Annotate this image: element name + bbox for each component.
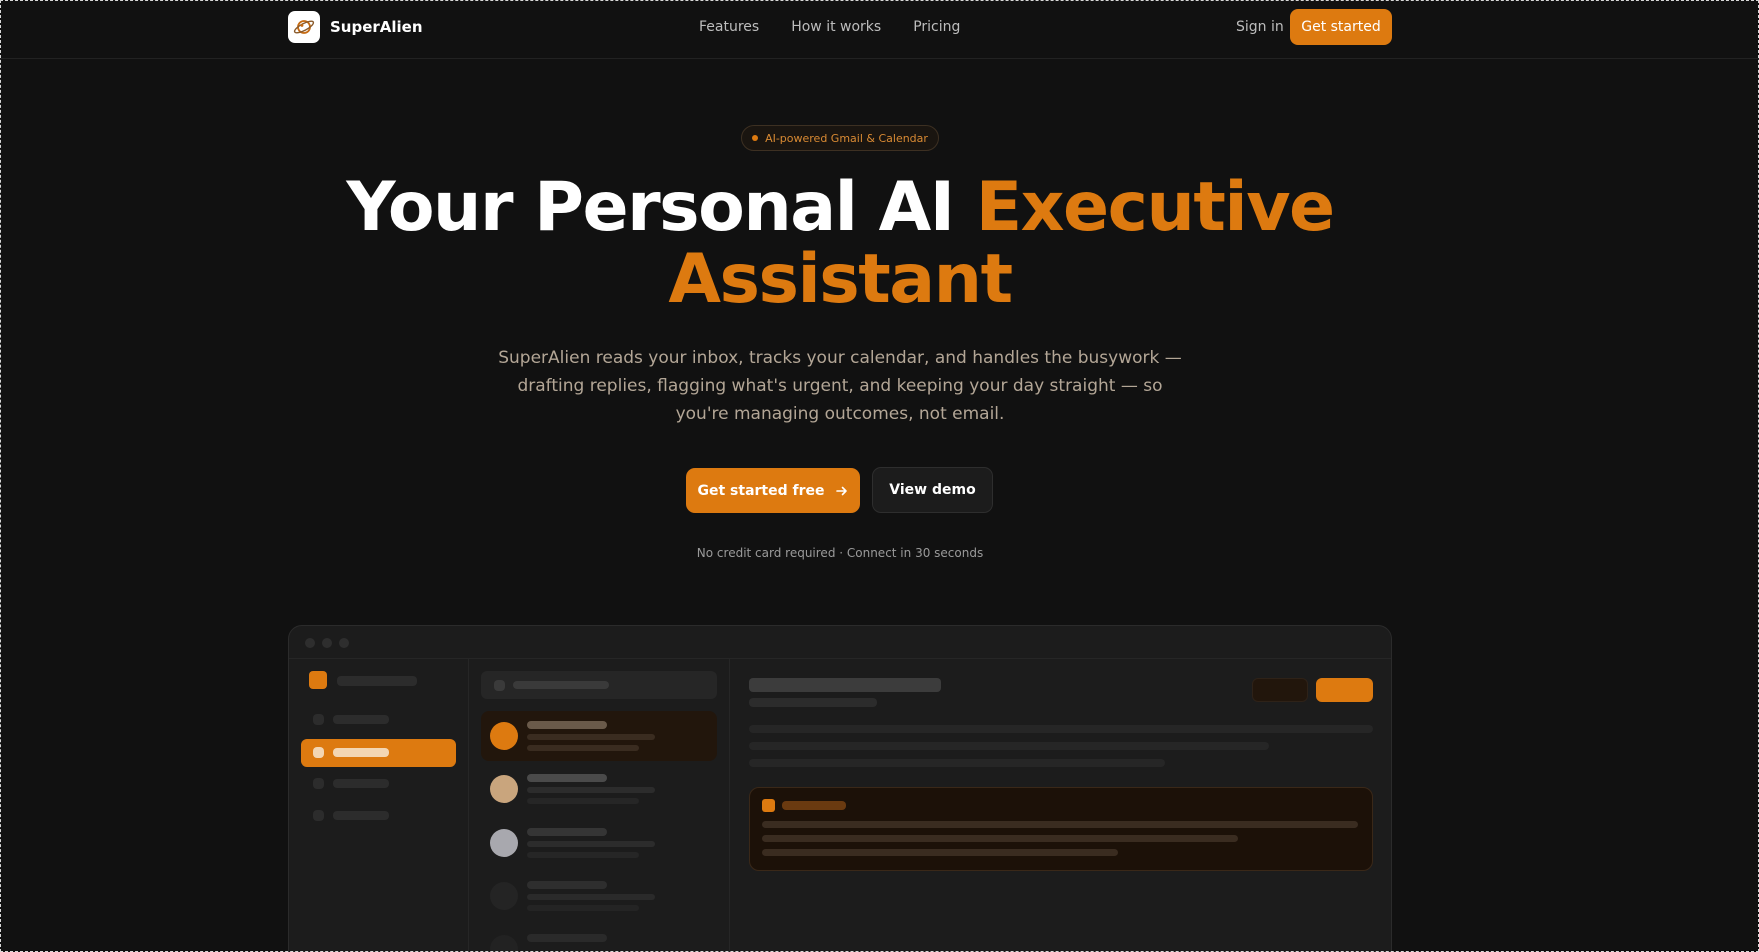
nav-link-how-it-works[interactable]: How it works bbox=[791, 19, 881, 35]
preview-placeholder bbox=[749, 678, 941, 692]
preview-placeholder bbox=[333, 779, 389, 788]
avatar bbox=[490, 829, 518, 857]
hero-fineprint: No credit card required · Connect in 30 … bbox=[696, 546, 984, 560]
preview-placeholder bbox=[527, 905, 639, 911]
preview-placeholder bbox=[527, 787, 655, 793]
preview-ai-icon bbox=[762, 799, 775, 812]
arrow-right-icon bbox=[835, 486, 847, 495]
window-dot-icon bbox=[339, 638, 349, 648]
preview-placeholder bbox=[527, 745, 639, 751]
preview-placeholder bbox=[313, 714, 324, 725]
hero-headline: Your Personal AI Executive Assistant bbox=[0, 172, 1680, 316]
preview-placeholder bbox=[782, 801, 846, 810]
nav-links: Features How it works Pricing bbox=[699, 19, 960, 35]
preview-placeholder bbox=[527, 774, 607, 782]
preview-sidebar bbox=[289, 659, 469, 952]
preview-placeholder bbox=[513, 681, 609, 689]
avatar bbox=[490, 935, 518, 952]
window-dot-icon bbox=[322, 638, 332, 648]
preview-placeholder bbox=[762, 849, 1118, 856]
preview-titlebar bbox=[289, 626, 1391, 659]
preview-email-detail bbox=[730, 659, 1391, 952]
badge-dot-icon bbox=[752, 135, 759, 141]
preview-placeholder bbox=[762, 821, 1358, 828]
view-demo-button[interactable]: View demo bbox=[872, 467, 993, 513]
preview-placeholder bbox=[749, 742, 1269, 750]
brand-name: SuperAlien bbox=[330, 18, 423, 36]
preview-ai-draft-card bbox=[749, 787, 1373, 871]
preview-placeholder bbox=[333, 715, 389, 724]
brand-logo[interactable]: SuperAlien bbox=[288, 11, 423, 43]
sign-in-link[interactable]: Sign in bbox=[1236, 19, 1284, 35]
preview-placeholder bbox=[527, 881, 607, 889]
preview-placeholder bbox=[527, 734, 655, 740]
preview-placeholder bbox=[527, 828, 607, 836]
preview-placeholder bbox=[749, 759, 1165, 767]
preview-placeholder bbox=[313, 747, 324, 758]
preview-placeholder bbox=[527, 721, 607, 729]
get-started-free-button[interactable]: Get started free bbox=[686, 468, 860, 513]
top-nav: SuperAlien Features How it works Pricing… bbox=[0, 0, 1759, 59]
preview-placeholder bbox=[527, 852, 639, 858]
avatar bbox=[490, 775, 518, 803]
headline-accent-executive: Executive bbox=[975, 168, 1335, 247]
app-preview bbox=[288, 625, 1392, 952]
preview-placeholder bbox=[494, 680, 505, 691]
preview-placeholder bbox=[527, 894, 655, 900]
badge-text: AI-powered Gmail & Calendar bbox=[765, 131, 928, 145]
nav-link-pricing[interactable]: Pricing bbox=[913, 19, 960, 35]
window-dot-icon bbox=[305, 638, 315, 648]
preview-placeholder bbox=[527, 798, 639, 804]
preview-app-logo bbox=[309, 671, 327, 689]
nav-link-features[interactable]: Features bbox=[699, 19, 759, 35]
headline-accent-assistant: Assistant bbox=[668, 240, 1013, 319]
preview-secondary-action bbox=[1252, 678, 1308, 702]
headline-plain: Your Personal AI bbox=[346, 168, 976, 247]
preview-placeholder bbox=[527, 934, 607, 942]
avatar bbox=[490, 882, 518, 910]
avatar bbox=[490, 722, 518, 750]
planet-icon bbox=[288, 11, 320, 43]
get-started-free-label: Get started free bbox=[697, 482, 825, 499]
preview-placeholder bbox=[333, 748, 389, 757]
preview-placeholder bbox=[749, 725, 1373, 733]
preview-placeholder bbox=[337, 676, 417, 686]
hero-badge: AI-powered Gmail & Calendar bbox=[741, 125, 939, 151]
preview-placeholder bbox=[313, 778, 324, 789]
preview-primary-action bbox=[1316, 678, 1373, 702]
hero-subtext: SuperAlien reads your inbox, tracks your… bbox=[498, 348, 1182, 424]
get-started-button[interactable]: Get started bbox=[1290, 9, 1392, 45]
preview-email-list bbox=[469, 659, 730, 952]
preview-placeholder bbox=[749, 698, 877, 707]
preview-placeholder bbox=[313, 810, 324, 821]
preview-placeholder bbox=[762, 835, 1238, 842]
preview-placeholder bbox=[527, 841, 655, 847]
preview-placeholder bbox=[333, 811, 389, 820]
